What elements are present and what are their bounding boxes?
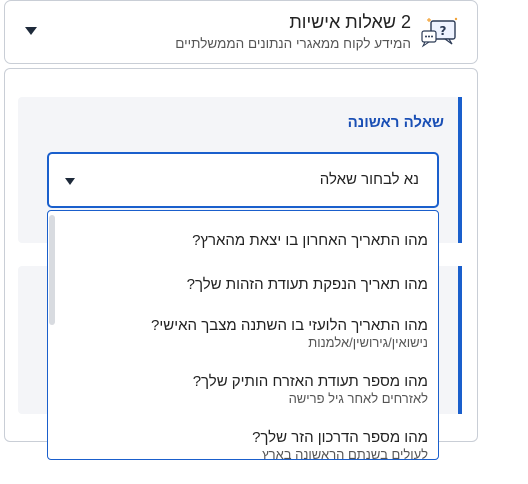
svg-text:?: ? [440, 24, 447, 38]
first-question-label: שאלה ראשונה [347, 114, 444, 131]
question-options-list[interactable]: מהו התאריך האחרון בו יצאת מהארץ? מהו תאר… [47, 210, 439, 460]
section-title: 2 שאלות אישיות [289, 12, 411, 32]
option-text: מהו התאריך הלועזי בו השתנה מצבך האישי? [151, 317, 428, 334]
option-note: לעולים בשנתם הראשונה בארץ [262, 447, 428, 460]
first-question-select[interactable]: נא לבחור שאלה [47, 152, 439, 208]
personal-questions-accordion-header[interactable]: ? 2 שאלות אישיות המידע לקוח ממאגרי הנתונ… [4, 0, 478, 64]
option-item[interactable]: מהו מספר הדרכון הזר שלך? לעולים בשנתם הר… [252, 429, 428, 460]
option-item[interactable]: מהו התאריך האחרון בו יצאת מהארץ? [192, 232, 428, 250]
option-note: נישואין/גירושין/אלמנות [308, 335, 428, 350]
chevron-down-icon [65, 178, 75, 185]
option-item[interactable]: מהו תאריך הנפקת תעודת הזהות שלך? [187, 276, 428, 294]
option-text: מהו התאריך האחרון בו יצאת מהארץ? [192, 232, 428, 249]
option-text: מהו מספר תעודת האזרח הותיק שלך? [192, 373, 428, 390]
option-text: מהו תאריך הנפקת תעודת הזהות שלך? [186, 276, 428, 293]
card-accent-bar [458, 97, 462, 243]
select-value: נא לבחור שאלה [319, 171, 419, 188]
scrollbar-thumb[interactable] [49, 215, 55, 325]
option-item[interactable]: מהו התאריך הלועזי בו השתנה מצבך האישי? נ… [151, 317, 428, 351]
option-text: מהו מספר הדרכון הזר שלך? [252, 429, 428, 446]
section-subtitle: המידע לקוח ממאגרי הנתונים הממשלתיים [175, 36, 411, 51]
chat-question-icon: ? [419, 15, 459, 51]
chevron-down-icon[interactable] [25, 27, 37, 35]
option-note: לאזרחים לאחר גיל פרישה [288, 391, 428, 406]
option-item[interactable]: מהו מספר תעודת האזרח הותיק שלך? לאזרחים … [193, 373, 428, 407]
card-accent-bar [458, 266, 462, 414]
